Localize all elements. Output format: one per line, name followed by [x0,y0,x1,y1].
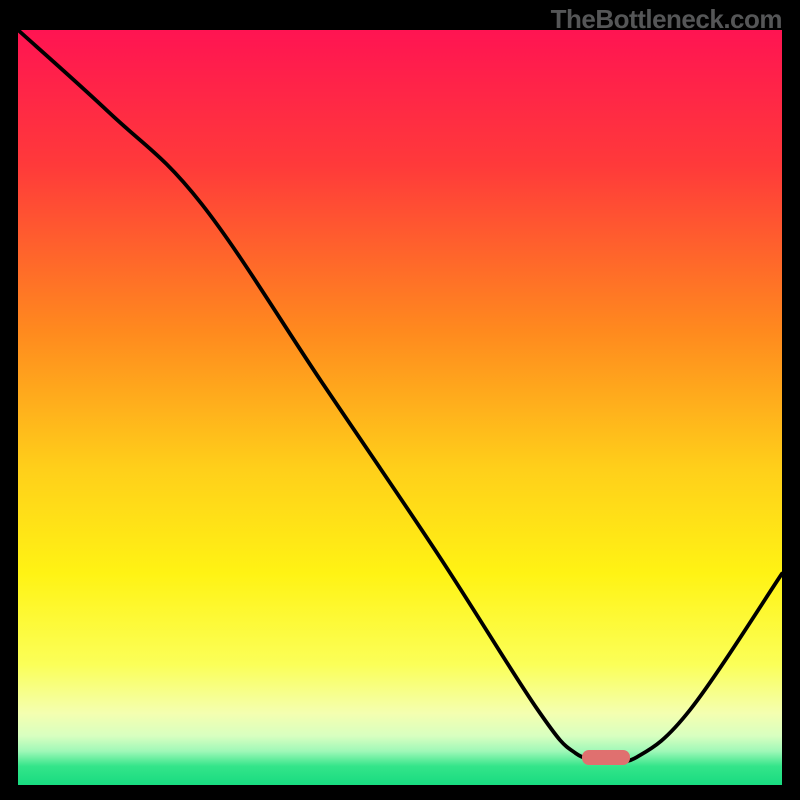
watermark-label: TheBottleneck.com [551,4,782,35]
valley-marker [582,750,630,765]
chart-frame: TheBottleneck.com [0,0,800,800]
plot-area [18,30,782,785]
gradient-background [18,30,782,785]
plot-svg [18,30,782,785]
